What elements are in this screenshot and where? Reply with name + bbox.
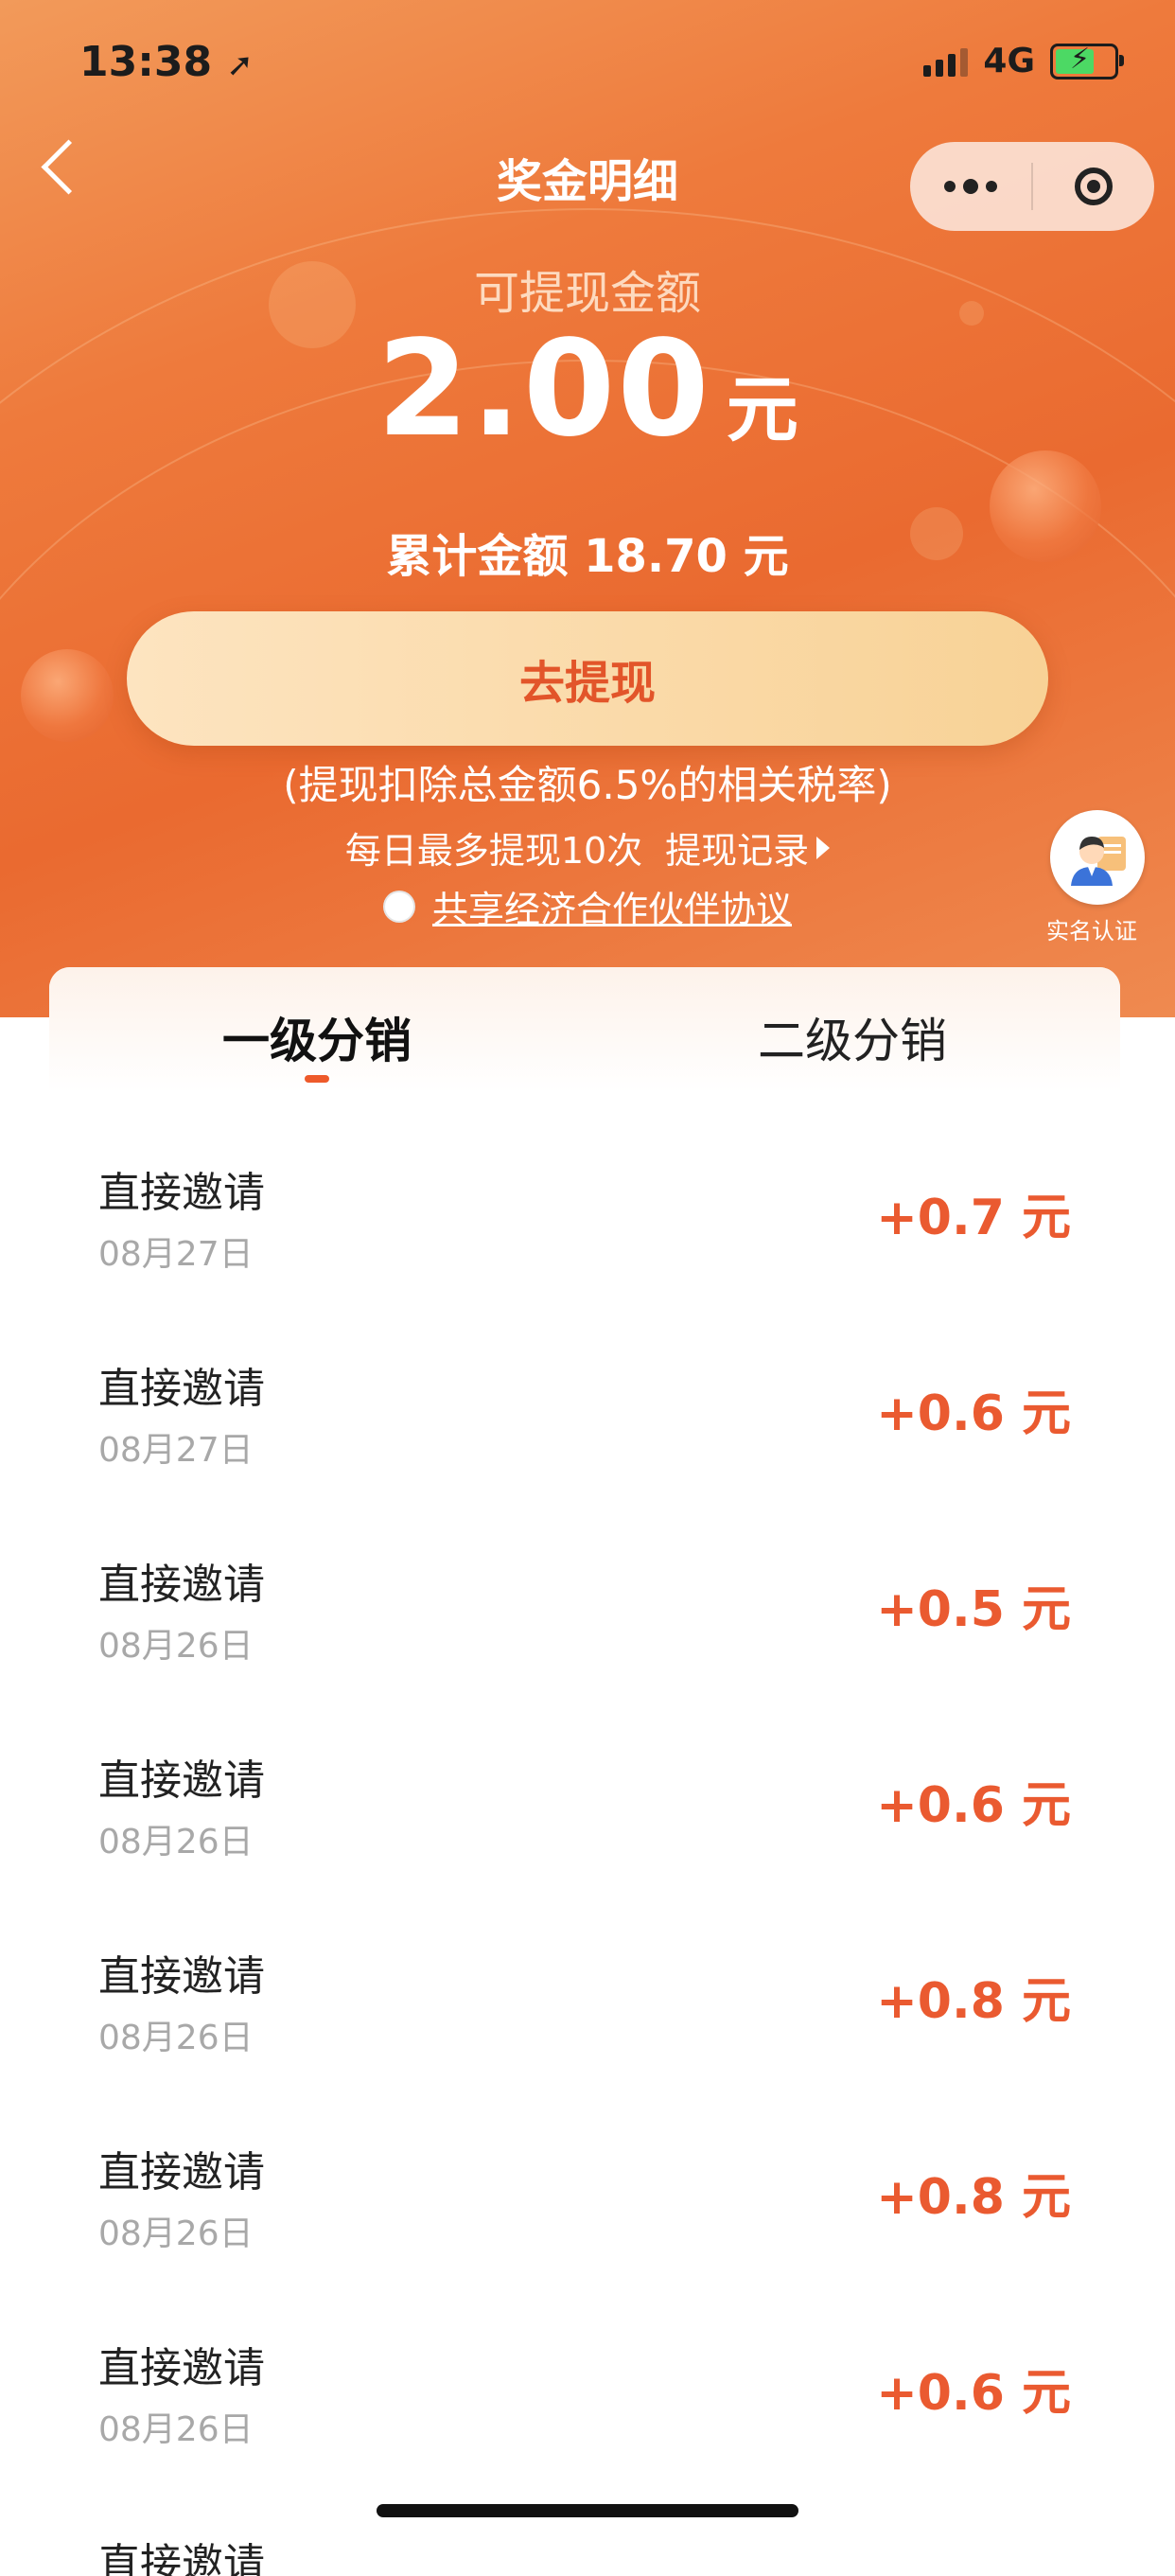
miniprogram-capsule (910, 142, 1154, 231)
tab-level-one[interactable]: 一级分销 (49, 967, 585, 1092)
record-title: 直接邀请 (98, 1169, 265, 1217)
active-tab-indicator (305, 1075, 329, 1083)
record-amount: +0.8 元 (876, 1973, 1071, 2030)
list-item: 直接邀请 (49, 2463, 1120, 2576)
header-background: 13:38 ➚ 4G ⚡ 奖金明细 可提现金额 2.00 元 累计金额 18.7… (0, 0, 1175, 1017)
record-title: 直接邀请 (98, 1365, 265, 1413)
record-title: 直接邀请 (98, 2148, 265, 2197)
home-indicator (377, 2504, 798, 2517)
record-amount: +0.7 元 (876, 1190, 1071, 1246)
records-link[interactable]: 提现记录 (665, 821, 809, 873)
list-item: 直接邀请 08月26日 +0.5 元 (49, 1484, 1120, 1680)
record-amount: +0.8 元 (876, 2169, 1071, 2226)
tab-bar: 一级分销 二级分销 (49, 967, 1120, 1092)
record-amount: +0.6 元 (876, 1777, 1071, 1834)
tab-label: 二级分销 (758, 1014, 947, 1068)
record-title: 直接邀请 (98, 1561, 265, 1609)
agreement-radio[interactable] (382, 890, 415, 923)
withdraw-button[interactable]: 去提现 (127, 611, 1048, 746)
record-amount: +0.5 元 (876, 1581, 1071, 1638)
more-icon[interactable] (910, 179, 1031, 194)
record-date: 08月26日 (98, 2019, 254, 2057)
agreement-link[interactable]: 共享经济合作伙伴协议 (432, 880, 792, 932)
list-item: 直接邀请 08月27日 +0.6 元 (49, 1288, 1120, 1484)
battery-icon: ⚡ (1050, 43, 1124, 79)
record-date: 08月27日 (98, 1431, 254, 1470)
record-title: 直接邀请 (98, 1952, 265, 2001)
list-item: 直接邀请 08月26日 +0.6 元 (49, 2267, 1120, 2463)
list-item: 直接邀请 08月26日 +0.6 元 (49, 1680, 1120, 1876)
tax-note: (提现扣除总金额6.5%的相关税率) (283, 762, 892, 808)
amount-unit: 元 (726, 367, 798, 451)
record-title: 直接邀请 (98, 2344, 265, 2392)
record-amount: +0.6 元 (876, 1385, 1071, 1442)
record-date: 08月26日 (98, 1823, 254, 1861)
record-title: 直接邀请 (98, 1756, 265, 1805)
record-amount: +0.6 元 (876, 2365, 1071, 2422)
decor-coin (21, 649, 114, 742)
realname-label: 实名认证 (1046, 918, 1137, 944)
network-type: 4G (983, 42, 1035, 80)
realname-verify-button[interactable]: 实名认证 (1046, 810, 1149, 945)
available-amount: 2.00 元 (0, 312, 1175, 467)
triangle-right-icon[interactable] (816, 836, 831, 859)
avatar-icon (1050, 810, 1145, 905)
status-time: 13:38 ➚ (79, 38, 254, 86)
record-date: 08月26日 (98, 2214, 254, 2253)
records-card: 一级分销 二级分销 直接邀请 08月27日 +0.7 元 直接邀请 08月27日… (49, 967, 1120, 2576)
location-arrow-icon: ➚ (226, 46, 254, 84)
tab-label: 一级分销 (222, 1014, 412, 1068)
list-item: 直接邀请 08月26日 +0.8 元 (49, 1876, 1120, 2072)
record-date: 08月27日 (98, 1235, 254, 1274)
record-title: 直接邀请 (98, 2540, 265, 2576)
record-date: 08月26日 (98, 1627, 254, 1666)
signal-icon (923, 46, 969, 77)
total-amount: 累计金额 18.70 元 (386, 530, 789, 583)
status-indicators: 4G ⚡ (923, 42, 1124, 80)
daily-limit-text: 每日最多提现10次 (344, 830, 643, 872)
tab-level-two[interactable]: 二级分销 (585, 967, 1120, 1092)
amount-value: 2.00 (377, 312, 711, 467)
close-miniprogram-icon[interactable] (1033, 168, 1154, 205)
agreement-row: 共享经济合作伙伴协议 (0, 880, 1175, 932)
list-item: 直接邀请 08月27日 +0.7 元 (49, 1092, 1120, 1288)
list-item: 直接邀请 08月26日 +0.8 元 (49, 2072, 1120, 2267)
withdraw-info-row: 每日最多提现10次 提现记录 (0, 821, 1175, 873)
record-date: 08月26日 (98, 2410, 254, 2449)
